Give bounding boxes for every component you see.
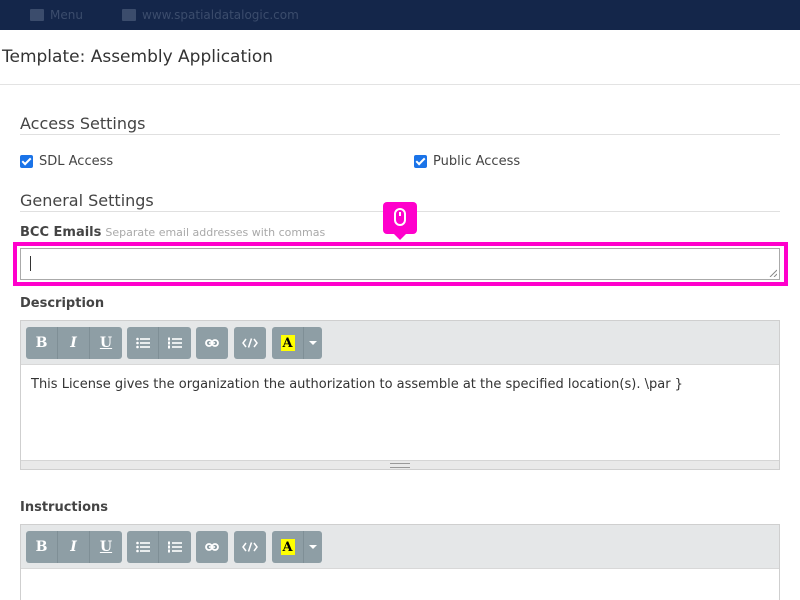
menu-label: Menu: [50, 8, 83, 22]
background-topbar: Menu www.spatialdatalogic.com: [0, 0, 800, 32]
highlight-color-icon: A: [280, 539, 295, 555]
public-access-checkbox[interactable]: Public Access: [414, 154, 520, 169]
code-icon: [242, 338, 258, 348]
description-label: Description: [20, 296, 105, 311]
color-group: A: [272, 531, 322, 563]
access-settings-title: Access Settings: [20, 114, 146, 133]
ordered-list-button[interactable]: [159, 327, 191, 359]
site-link: www.spatialdatalogic.com: [122, 8, 299, 22]
unordered-list-icon: [135, 541, 150, 553]
resize-grip-icon[interactable]: [769, 269, 777, 277]
link-icon: [205, 543, 219, 551]
ordered-list-icon: [168, 541, 182, 553]
description-toolbar: B I U A: [21, 321, 779, 365]
link-button[interactable]: [196, 327, 228, 359]
sdl-access-label: SDL Access: [39, 154, 114, 169]
instructions-content[interactable]: [21, 569, 779, 593]
site-label: www.spatialdatalogic.com: [142, 8, 299, 22]
mouse-icon: [394, 208, 406, 226]
color-dropdown-button[interactable]: [304, 327, 322, 359]
book-icon: [30, 9, 44, 21]
italic-button[interactable]: I: [58, 531, 90, 563]
color-dropdown-button[interactable]: [304, 531, 322, 563]
color-group: A: [272, 327, 322, 359]
link-group: [196, 531, 228, 563]
template-modal: Template: Assembly Application Access Se…: [0, 30, 800, 600]
instructions-toolbar: B I U A: [21, 525, 779, 569]
bcc-emails-hint: Separate email addresses with commas: [105, 226, 326, 239]
modal-title: Template: Assembly Application: [2, 47, 274, 67]
italic-button[interactable]: I: [58, 327, 90, 359]
highlight-color-icon: A: [280, 335, 295, 351]
bold-button[interactable]: B: [26, 531, 58, 563]
highlight-color-button[interactable]: A: [272, 327, 304, 359]
link-group: [196, 327, 228, 359]
code-view-button[interactable]: [234, 531, 266, 563]
underline-button[interactable]: U: [90, 531, 122, 563]
code-group: [234, 531, 266, 563]
format-group: B I U: [26, 327, 122, 359]
list-group: [127, 327, 191, 359]
bcc-emails-input[interactable]: [20, 248, 780, 280]
list-group: [127, 531, 191, 563]
click-indicator: [383, 202, 417, 240]
modal-header: Template: Assembly Application: [0, 30, 800, 85]
instructions-label: Instructions: [20, 500, 109, 515]
ordered-list-button[interactable]: [159, 531, 191, 563]
code-icon: [242, 542, 258, 552]
highlight-color-button[interactable]: A: [272, 531, 304, 563]
bcc-emails-label-text: BCC Emails: [20, 225, 102, 240]
link-button[interactable]: [196, 531, 228, 563]
sdl-access-checkbox[interactable]: SDL Access: [20, 154, 113, 169]
link-icon: [205, 339, 219, 347]
graduation-cap-icon: [122, 9, 136, 21]
public-access-label: Public Access: [433, 154, 521, 169]
unordered-list-button[interactable]: [127, 327, 159, 359]
description-content[interactable]: This License gives the organization the …: [21, 365, 779, 404]
format-group: B I U: [26, 531, 122, 563]
instructions-editor: B I U A: [20, 524, 780, 600]
dropdown-caret-icon: [309, 341, 317, 345]
ordered-list-icon: [168, 337, 182, 349]
description-resize-bar[interactable]: [21, 460, 779, 469]
unordered-list-button[interactable]: [127, 531, 159, 563]
code-group: [234, 327, 266, 359]
unordered-list-icon: [135, 337, 150, 349]
public-access-check[interactable]: [414, 155, 427, 168]
menu-link: Menu: [30, 8, 83, 22]
sdl-access-check[interactable]: [20, 155, 33, 168]
access-settings-divider: [20, 134, 780, 135]
dropdown-caret-icon: [309, 545, 317, 549]
underline-button[interactable]: U: [90, 327, 122, 359]
general-settings-title: General Settings: [20, 191, 154, 210]
code-view-button[interactable]: [234, 327, 266, 359]
bold-button[interactable]: B: [26, 327, 58, 359]
resize-grip-icon: [390, 463, 410, 468]
text-caret: [30, 256, 31, 271]
description-editor: B I U A This License gives the organizat…: [20, 320, 780, 470]
bcc-emails-label: BCC Emails Separate email addresses with …: [20, 225, 325, 240]
